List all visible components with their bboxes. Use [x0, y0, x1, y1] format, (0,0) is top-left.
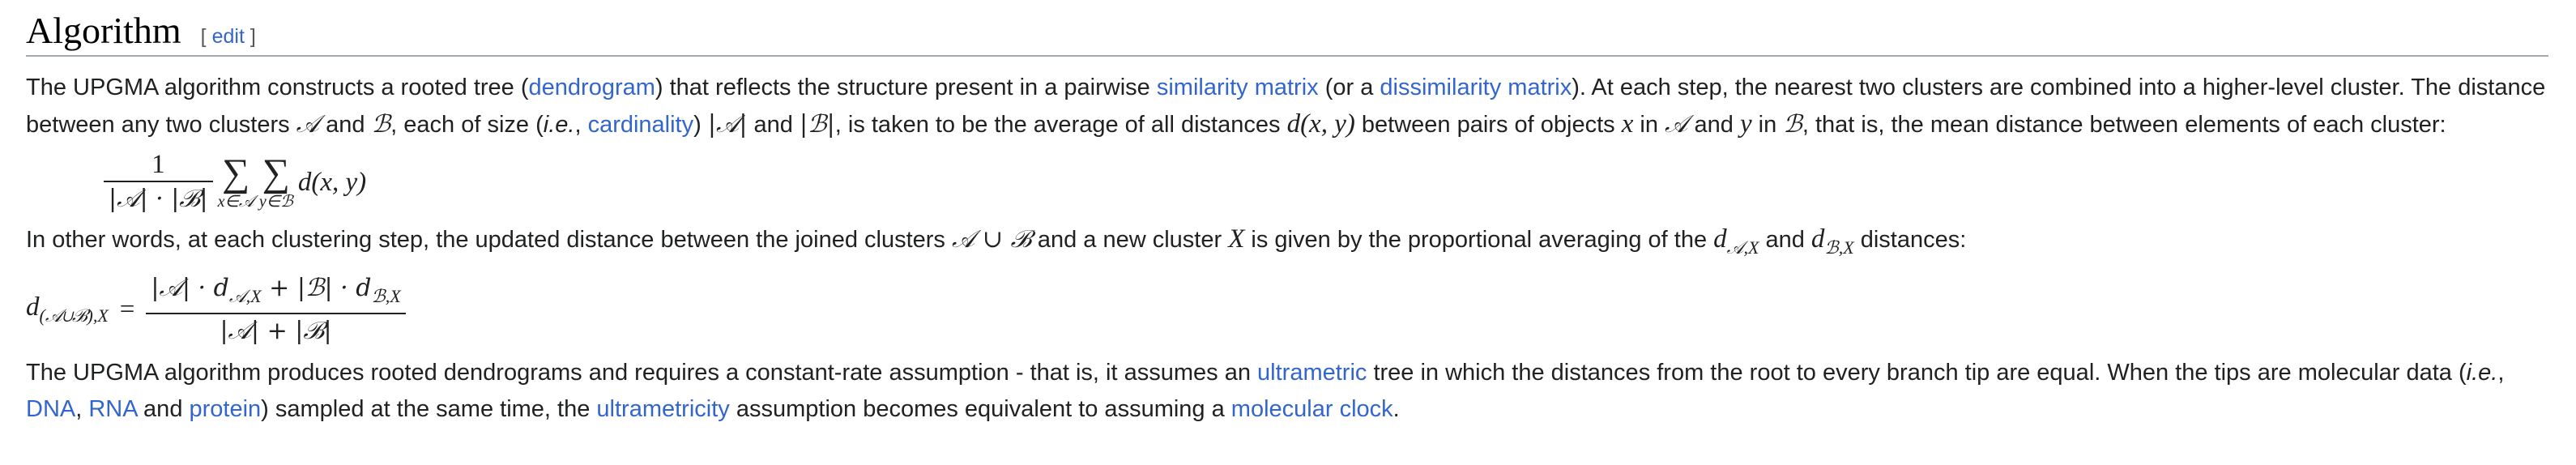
fraction-denominator: |𝒜| + |ℬ| — [220, 316, 332, 345]
sum-term: d(x, y) — [297, 167, 367, 197]
link-molecular-clock[interactable]: molecular clock — [1231, 396, 1393, 422]
text: and — [747, 112, 800, 138]
math-d-bx: dℬ,X — [1810, 224, 1854, 258]
math-subscript: (𝒜∪ℬ),X — [39, 305, 109, 326]
text: , — [2497, 360, 2505, 386]
math-cluster-x: X — [1228, 224, 1245, 254]
text: , each of size ( — [390, 112, 544, 138]
paragraph-assumption: The UPGMA algorithm produces rooted dend… — [26, 355, 2548, 428]
link-dendrogram[interactable]: dendrogram — [529, 75, 655, 100]
text: assumption becomes equivalent to assumin… — [729, 396, 1231, 422]
formula-lhs: d(𝒜∪ℬ),X — [26, 292, 109, 326]
link-similarity-matrix[interactable]: similarity matrix — [1157, 75, 1319, 100]
link-protein[interactable]: protein — [190, 396, 262, 422]
math-union: 𝒜 ∪ ℬ — [951, 225, 1031, 254]
text-ie: i.e. — [543, 112, 575, 138]
text: , is taken to be the average of all dist… — [834, 112, 1287, 138]
math-cluster-b: ℬ — [371, 110, 391, 139]
equals-sign: = — [119, 294, 135, 324]
text: The UPGMA algorithm produces rooted dend… — [26, 360, 1258, 386]
text: and a new cluster — [1030, 227, 1229, 253]
math-subscript: ℬ,X — [1824, 237, 1854, 258]
link-dissimilarity-matrix[interactable]: dissimilarity matrix — [1380, 75, 1572, 100]
text: between pairs of objects — [1354, 112, 1622, 138]
sum-index-x: x∈𝒜 — [217, 193, 254, 211]
edit-section: [ edit ] — [201, 25, 256, 49]
text: tree in which the distances from the roo… — [1367, 360, 2467, 386]
text: . — [1392, 396, 1400, 422]
link-rna[interactable]: RNA — [88, 396, 137, 422]
sum-over-a: ∑ x∈𝒜 — [218, 154, 254, 211]
text: distances: — [1853, 227, 1967, 253]
sigma-symbol: ∑ — [262, 151, 290, 194]
math-x: x — [1621, 109, 1634, 139]
link-ultrametric[interactable]: ultrametric — [1257, 360, 1367, 386]
fraction-numerator: |𝒜| · d𝒜,X + |ℬ| · dℬ,X — [146, 271, 405, 313]
section-title: Algorithm — [26, 10, 181, 51]
edit-link[interactable]: edit — [212, 25, 245, 48]
text: ) that reflects the structure present in… — [655, 75, 1157, 100]
text: is given by the proportional averaging o… — [1244, 227, 1714, 253]
numerator-part: |𝒜| · d — [151, 273, 229, 302]
paragraph-update-rule: In other words, at each clustering step,… — [26, 221, 2548, 266]
math-cluster-a: 𝒜 — [296, 110, 320, 139]
text: and — [1759, 227, 1811, 253]
math-d-ax: d𝒜,X — [1713, 224, 1759, 258]
fraction-denominator: |𝒜| · |ℬ| — [109, 185, 208, 213]
math-size-b: |ℬ| — [799, 110, 835, 139]
text: in — [1633, 112, 1665, 138]
paragraph-intro: The UPGMA algorithm constructs a rooted … — [26, 70, 2548, 143]
text: In other words, at each clustering step,… — [26, 227, 952, 253]
text: , — [574, 112, 588, 138]
link-cardinality[interactable]: cardinality — [588, 112, 694, 138]
sum-index-y: y∈ℬ — [258, 193, 293, 211]
fraction: 1 |𝒜| · |ℬ| — [104, 148, 213, 216]
text: The UPGMA algorithm constructs a rooted … — [26, 75, 529, 100]
math-subscript: ℬ,X — [371, 285, 401, 306]
math-subscript: 𝒜,X — [228, 285, 262, 306]
section-header: Algorithm [ edit ] — [26, 10, 2548, 57]
math-y: y — [1739, 109, 1752, 139]
article-section: Algorithm [ edit ] The UPGMA algorithm c… — [0, 0, 2576, 465]
edit-bracket-open: [ — [200, 25, 207, 48]
link-ultrametricity[interactable]: ultrametricity — [596, 396, 729, 422]
text: , that is, the mean distance between ele… — [1802, 112, 2446, 138]
sigma-symbol: ∑ — [222, 151, 250, 194]
math-distance: d(x, y) — [1286, 109, 1355, 139]
fraction: |𝒜| · d𝒜,X + |ℬ| · dℬ,X |𝒜| + |ℬ| — [146, 271, 406, 348]
text-ie: i.e. — [2466, 360, 2498, 386]
math-d: d — [26, 292, 40, 322]
edit-bracket-close: ] — [249, 25, 256, 48]
text: and — [1687, 112, 1740, 138]
math-size-a: |𝒜| — [707, 110, 748, 139]
formula-mean-distance: 1 |𝒜| · |ℬ| ∑ x∈𝒜 ∑ y∈ℬ d(x, y) — [104, 143, 2548, 221]
link-dna[interactable]: DNA — [26, 396, 75, 422]
sum-over-b: ∑ y∈ℬ — [259, 154, 293, 211]
math-subscript: 𝒜,X — [1726, 237, 1759, 258]
text: ) — [693, 112, 708, 138]
text: in — [1751, 112, 1784, 138]
numerator-part: + |ℬ| · d — [261, 273, 372, 302]
fraction-numerator: 1 — [151, 150, 165, 179]
text: and — [137, 396, 190, 422]
text: and — [319, 112, 372, 138]
math-d: d — [1713, 224, 1727, 254]
math-d: d — [1810, 224, 1825, 254]
text: ) sampled at the same time, the — [261, 396, 597, 422]
text: , — [75, 396, 89, 422]
text: (or a — [1318, 75, 1380, 100]
formula-update: d(𝒜∪ℬ),X = |𝒜| · d𝒜,X + |ℬ| · dℬ,X |𝒜| +… — [26, 267, 2548, 352]
math-cluster-a: 𝒜 — [1665, 110, 1688, 139]
math-cluster-b: ℬ — [1783, 110, 1802, 139]
